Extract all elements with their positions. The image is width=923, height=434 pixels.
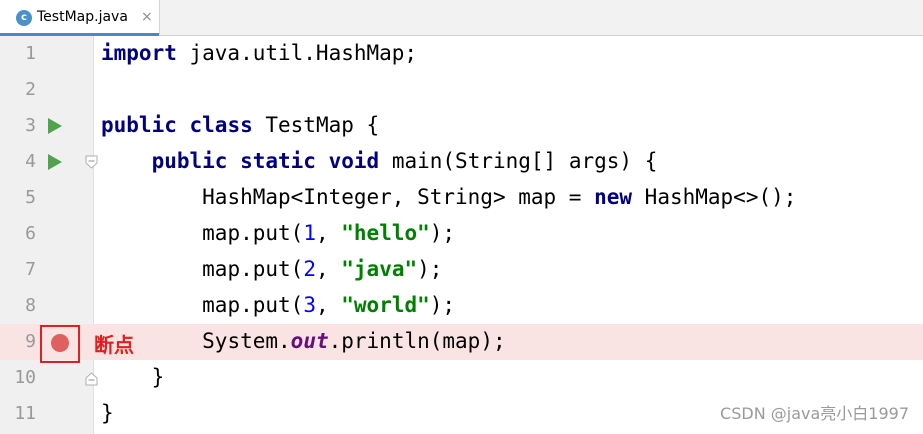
string-literal: "hello" [341, 221, 430, 245]
keyword: public [151, 149, 228, 173]
code-text: public static void main(String[] args) { [101, 149, 658, 173]
code-line[interactable]: 10 } [0, 360, 923, 396]
code-segment: System. [202, 329, 291, 353]
java-class-icon: c [16, 10, 32, 26]
code-text: } [101, 401, 114, 425]
static-field: out [290, 329, 329, 353]
line-number: 6 [25, 223, 36, 244]
code-editor[interactable]: 1 import java.util.HashMap; 2 3 public c… [0, 36, 923, 434]
code-segment: java.util.HashMap; [176, 41, 418, 65]
code-text: import java.util.HashMap; [101, 41, 417, 65]
watermark: CSDN @java亮小白1997 [720, 404, 909, 423]
close-icon[interactable]: × [141, 9, 153, 25]
editor-tab-bar: c TestMap.java × [0, 0, 923, 36]
code-text: System.out.println(map); [101, 329, 506, 353]
code-segment: main(String[] args) { [379, 149, 658, 173]
keyword: new [594, 185, 633, 209]
line-number: 2 [25, 79, 36, 100]
code-segment: map.put( [202, 221, 304, 245]
line-number: 4 [25, 151, 36, 172]
number-literal: 2 [303, 257, 316, 281]
line-number: 1 [25, 43, 36, 64]
breakpoint-line[interactable]: 9 断点 System.out.println(map); [0, 324, 923, 363]
code-text: map.put(2, "java"); [101, 257, 442, 281]
line-number: 7 [25, 259, 36, 280]
code-segment: HashMap<>(); [632, 185, 797, 209]
code-segment: map.put( [202, 293, 304, 317]
fold-icon[interactable] [84, 155, 99, 170]
code-segment: ); [417, 257, 443, 281]
code-line[interactable]: 3 public class TestMap { [0, 108, 923, 144]
line-number: 10 [14, 367, 36, 388]
tab-testmap-java[interactable]: c TestMap.java × [0, 0, 160, 36]
breakpoint-highlight-box [40, 325, 80, 363]
keyword: static [240, 149, 316, 173]
code-line[interactable]: 6 map.put(1, "hello"); [0, 216, 923, 252]
line-number: 5 [25, 187, 36, 208]
code-text: map.put(3, "world"); [101, 293, 455, 317]
keyword: void [328, 149, 380, 173]
code-line[interactable]: 5 HashMap<Integer, String> map = new Has… [0, 180, 923, 216]
string-literal: "java" [341, 257, 418, 281]
code-line[interactable]: 4 public static void main(String[] args)… [0, 144, 923, 180]
line-number: 3 [25, 115, 36, 136]
keyword: import [101, 41, 177, 65]
keyword: public [101, 113, 177, 137]
keyword: class [189, 113, 253, 137]
number-literal: 3 [303, 293, 316, 317]
number-literal: 1 [303, 221, 316, 245]
code-segment: , [315, 293, 342, 317]
code-text: public class TestMap { [101, 113, 379, 137]
string-literal: "world" [341, 293, 430, 317]
line-number: 9 [25, 331, 36, 352]
code-segment: .println(map); [328, 329, 506, 353]
code-text: } [101, 365, 165, 389]
run-arrow-icon[interactable] [48, 118, 62, 134]
code-line[interactable]: 1 import java.util.HashMap; [0, 36, 923, 72]
code-segment: ); [429, 293, 456, 317]
code-line[interactable]: 2 [0, 72, 923, 108]
code-text: map.put(1, "hello"); [101, 221, 455, 245]
code-segment: map.put( [202, 257, 304, 281]
line-number: 8 [25, 295, 36, 316]
code-segment: , [315, 221, 342, 245]
code-text: HashMap<Integer, String> map = new HashM… [101, 185, 796, 209]
code-segment: ); [429, 221, 456, 245]
tab-title: TestMap.java [37, 9, 128, 25]
run-arrow-icon[interactable] [48, 154, 62, 170]
code-line[interactable]: 7 map.put(2, "java"); [0, 252, 923, 288]
code-segment: TestMap { [252, 113, 380, 137]
fold-icon[interactable] [84, 371, 99, 386]
code-segment: HashMap<Integer, String> map = [202, 185, 595, 209]
code-line[interactable]: 8 map.put(3, "world"); [0, 288, 923, 324]
code-segment: , [315, 257, 342, 281]
line-number: 11 [14, 403, 36, 424]
